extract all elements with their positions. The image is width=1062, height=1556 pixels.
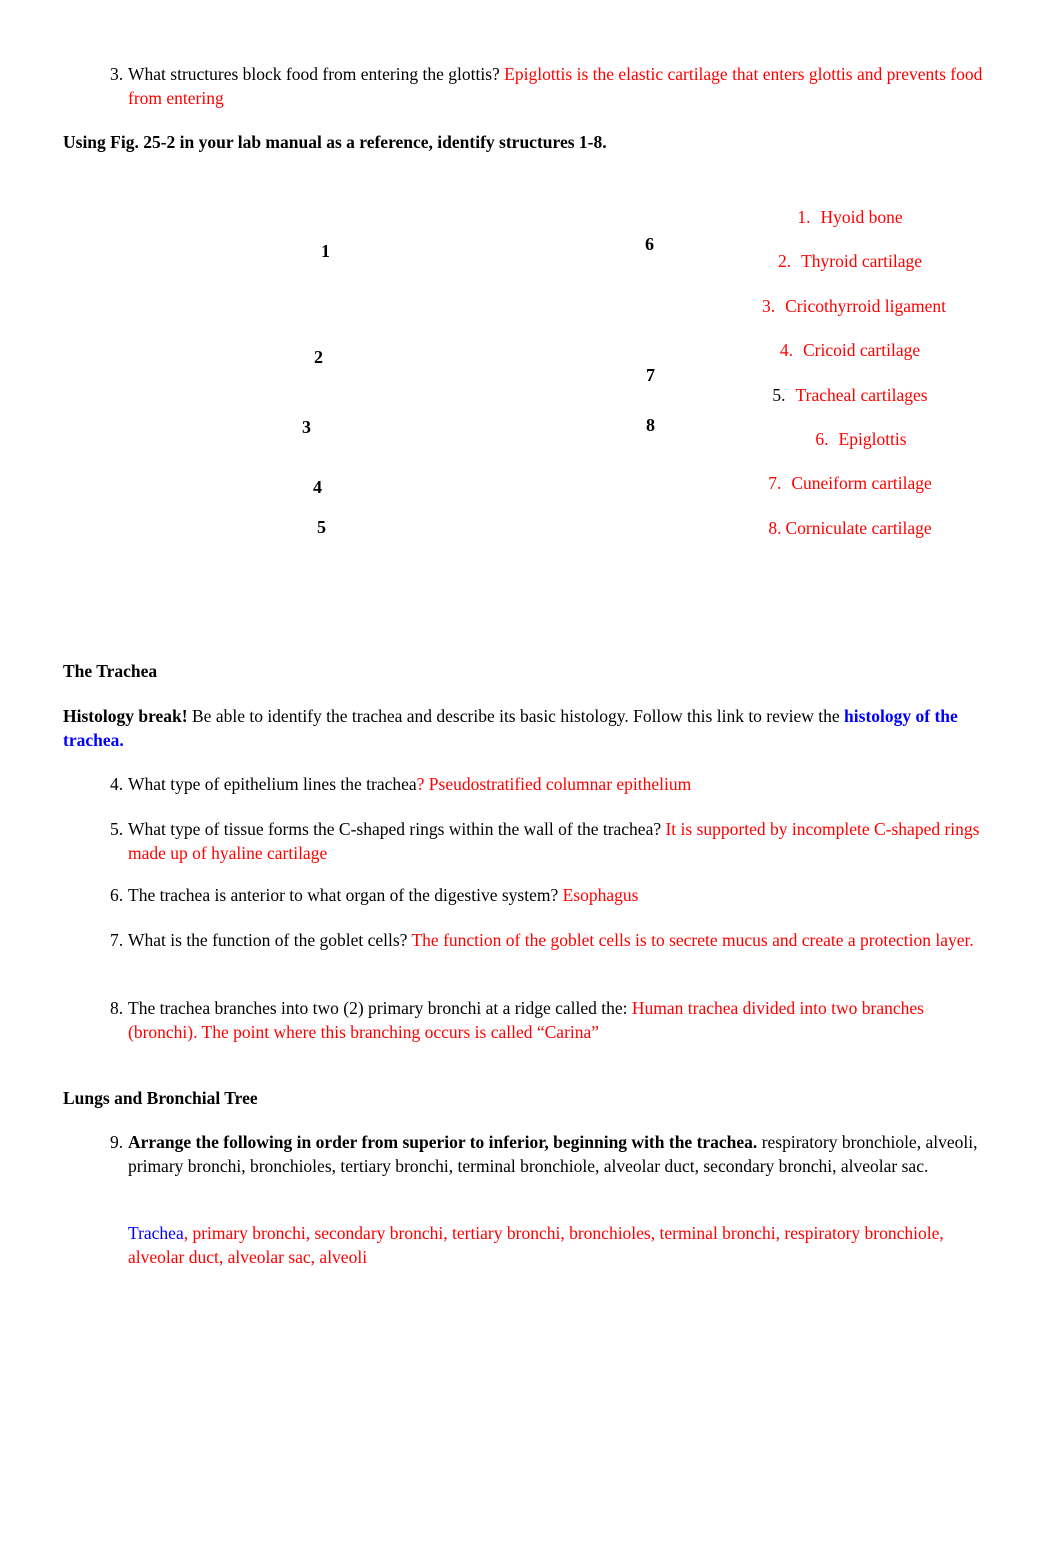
- answer-key-number-6: 6.: [815, 428, 829, 449]
- question-9-bold-prompt: Arrange the following in order from supe…: [128, 1132, 758, 1152]
- question-6-answer: Esophagus: [558, 885, 639, 905]
- question-9-answer-paragraph: Trachea, primary bronchi, secondary bron…: [128, 1221, 988, 1269]
- question-4-answer: Pseudostratified columnar epithelium: [424, 774, 692, 794]
- answer-key-label-4: Cricoid cartilage: [803, 340, 921, 361]
- question-body-7: What is the function of the goblet cells…: [128, 928, 988, 952]
- answer-key-number-4: 4.: [779, 340, 793, 361]
- answer-key-label-8: Corniculate cartilage: [785, 517, 932, 538]
- answer-key-number-7: 7.: [768, 473, 782, 494]
- answer-key-item-5: 5. Tracheal cartilages: [700, 384, 1000, 406]
- section-heading-trachea: The Trachea: [63, 661, 158, 681]
- question-row-5: 5. What type of tissue forms the C-shape…: [88, 817, 1000, 865]
- question-4-prompt: What type of epithelium lines the trache…: [128, 774, 417, 794]
- question-row-8: 8. The trachea branches into two (2) pri…: [88, 996, 993, 1044]
- document-page: 3. What structures block food from enter…: [0, 0, 1062, 1556]
- question-number-7: 7.: [110, 930, 124, 950]
- diagram-label-7: 7: [646, 365, 655, 385]
- question-number-3: 3.: [110, 64, 124, 84]
- diagram-label-4: 4: [313, 477, 322, 497]
- histology-break-text: Be able to identify the trachea and desc…: [187, 706, 845, 726]
- question-number-9: 9.: [110, 1132, 124, 1152]
- answer-key-number-3: 3.: [762, 295, 776, 316]
- question-body-8: The trachea branches into two (2) primar…: [128, 996, 993, 1044]
- question-number-4: 4.: [110, 774, 124, 794]
- question-number-6: 6.: [110, 885, 124, 905]
- answer-key-number-1: 1.: [797, 207, 811, 227]
- fig-instruction-heading: Using Fig. 25-2 in your lab manual as a …: [63, 132, 607, 152]
- question-9-answer-rest: , primary bronchi, secondary bronchi, te…: [128, 1223, 944, 1268]
- answer-key-item-1: 1. Hyoid bone: [700, 206, 1000, 228]
- diagram-label-5: 5: [317, 517, 326, 537]
- section-heading-lungs: Lungs and Bronchial Tree: [63, 1088, 258, 1108]
- histology-break-paragraph: Histology break! Be able to identify the…: [63, 704, 998, 752]
- question-7-prompt: What is the function of the goblet cells…: [128, 930, 408, 950]
- diagram-label-2: 2: [314, 347, 323, 367]
- question-number-5: 5.: [110, 819, 124, 839]
- diagram-label-8: 8: [646, 415, 655, 435]
- question-7-answer: The function of the goblet cells is to s…: [407, 930, 974, 950]
- answer-key-item-8: 8. Corniculate cartilage: [700, 517, 1000, 539]
- question-3-prompt: What structures block food from entering…: [128, 64, 500, 84]
- answer-key-list: 1. Hyoid bone 2. Thyroid cartilage 3. Crico…: [700, 206, 1000, 561]
- histology-break-lead: Histology break!: [63, 706, 188, 726]
- question-number-8: 8.: [110, 998, 124, 1018]
- question-row-7: 7. What is the function of the goblet ce…: [88, 928, 988, 952]
- diagram-label-6: 6: [645, 234, 654, 254]
- question-body-9: Arrange the following in order from supe…: [128, 1130, 978, 1178]
- answer-key-number-2: 2.: [777, 251, 792, 272]
- question-row-3: 3. What structures block food from enter…: [88, 62, 998, 110]
- answer-key-item-7: 7. Cuneiform cartilage: [700, 472, 1000, 494]
- answer-key-label-5: Tracheal cartilages: [795, 384, 928, 405]
- question-row-4: 4. What type of epithelium lines the tra…: [88, 772, 998, 796]
- question-row-6: 6. The trachea is anterior to what organ…: [88, 883, 998, 907]
- diagram-label-1: 1: [321, 241, 330, 261]
- question-body-3: What structures block food from entering…: [128, 62, 998, 110]
- question-9-answer-first-word: Trachea: [128, 1223, 184, 1243]
- question-body-4: What type of epithelium lines the trache…: [128, 772, 998, 796]
- question-row-9: 9. Arrange the following in order from s…: [88, 1130, 978, 1178]
- answer-key-label-3: Cricothyrroid ligament: [785, 295, 946, 316]
- question-body-6: The trachea is anterior to what organ of…: [128, 883, 998, 907]
- question-5-prompt: What type of tissue forms the C-shaped r…: [128, 819, 662, 839]
- answer-key-item-6: 6. Epiglottis: [700, 428, 1000, 450]
- answer-key-label-2: Thyroid cartilage: [801, 251, 923, 272]
- question-body-5: What type of tissue forms the C-shaped r…: [128, 817, 1000, 865]
- answer-key-number-5: 5.: [772, 384, 786, 405]
- answer-key-label-6: Epiglottis: [838, 428, 907, 449]
- answer-key-label-7: Cuneiform cartilage: [791, 473, 932, 494]
- answer-key-item-4: 4. Cricoid cartilage: [700, 339, 1000, 361]
- question-6-prompt: The trachea is anterior to what organ of…: [128, 885, 559, 905]
- answer-key-item-2: 2. Thyroid cartilage: [700, 250, 1000, 272]
- question-8-prompt: The trachea branches into two (2) primar…: [128, 998, 628, 1018]
- answer-key-label-1: Hyoid bone: [820, 207, 903, 227]
- answer-key-number-8: 8.: [768, 517, 782, 538]
- diagram-label-3: 3: [302, 417, 311, 437]
- answer-key-item-3: 3. Cricothyrroid ligament: [700, 295, 1000, 317]
